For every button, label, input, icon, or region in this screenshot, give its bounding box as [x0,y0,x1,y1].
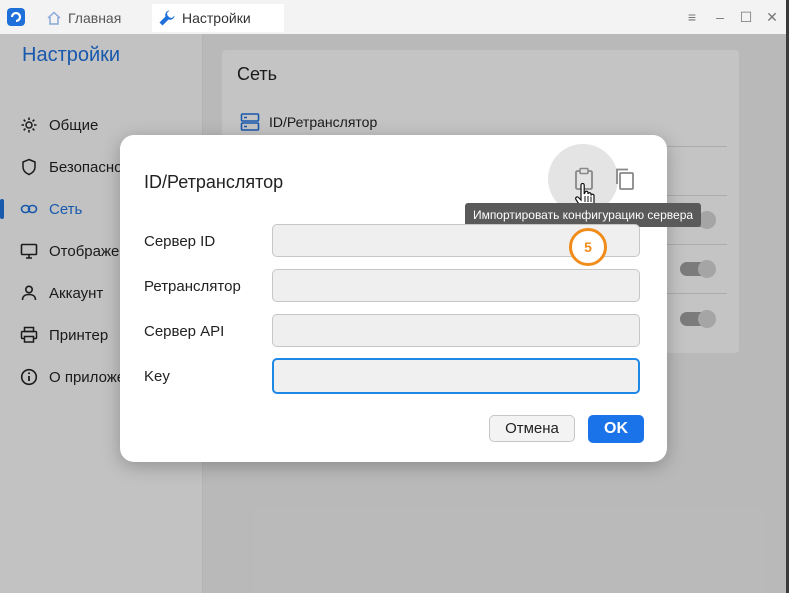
relay-input[interactable] [272,269,640,302]
tab-settings-label: Настройки [182,10,251,26]
tab-home-label: Главная [68,10,122,26]
id-relay-dialog: ID/Ретранслятор Импортировать конфигурац… [120,135,701,462]
app-logo-icon [7,8,25,26]
ok-button[interactable]: OK [588,415,644,443]
key-input[interactable] [272,358,640,394]
tab-settings[interactable]: Настройки [152,4,284,32]
tab-home[interactable]: Главная [40,4,148,32]
wrench-icon [159,10,175,26]
minimize-icon[interactable]: – [712,9,728,25]
server-id-label: Сервер ID [144,233,216,250]
maximize-icon[interactable]: ☐ [738,9,754,25]
title-bar: Главная Настройки ≡ – ☐ ✕ [0,0,789,34]
close-icon[interactable]: ✕ [764,9,780,25]
key-label: Key [144,368,170,385]
home-icon [47,11,61,25]
relay-label: Ретранслятор [144,278,241,295]
cancel-button[interactable]: Отмена [489,415,575,442]
step-badge: 5 [569,228,607,266]
dialog-title: ID/Ретранслятор [144,172,284,192]
menu-icon[interactable]: ≡ [684,9,700,25]
copy-icon[interactable] [614,167,636,191]
api-server-label: Сервер API [144,323,225,340]
api-server-input[interactable] [272,314,640,347]
